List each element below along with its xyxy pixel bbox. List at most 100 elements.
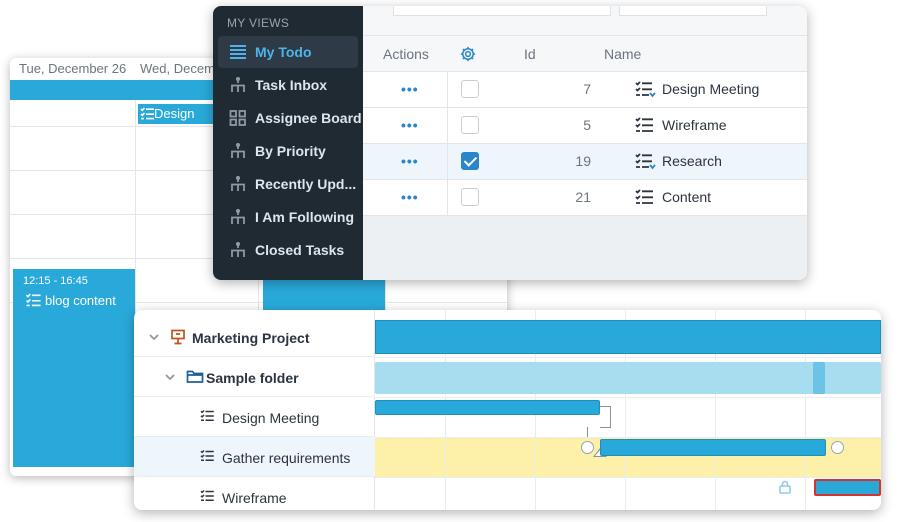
sidebar-title: MY VIEWS [227,16,290,30]
row-checkbox[interactable] [461,152,479,170]
grid-line [375,357,881,358]
board-grid-icon [229,110,247,129]
project-icon [170,329,186,348]
sidebar-item-label: Closed Tasks [255,242,345,258]
list-icon [229,44,247,63]
tree-row-label: Design Meeting [222,410,320,426]
row-actions-button[interactable]: ••• [401,81,419,97]
folder-icon [186,369,204,387]
column-divider [447,72,448,108]
sidebar-item-by-priority[interactable]: By Priority [218,135,358,167]
sidebar-item-label: By Priority [255,143,326,159]
task-name-link[interactable]: Wireframe [662,117,727,133]
task-name-link[interactable]: Research [662,153,722,169]
sidebar-item-label: Task Inbox [255,77,328,93]
grid-line [375,477,881,478]
grid-header: Actions Id Name [363,36,807,72]
gantt-panel: Marketing Project Sample folder Design M… [134,310,881,510]
hierarchy-icon [229,241,247,261]
tree-row-task[interactable]: Gather requirements [134,437,375,477]
table-row[interactable]: ••• 19 Research [363,144,807,180]
column-header-actions[interactable]: Actions [383,46,429,62]
sidebar-item-label: Assignee Board [255,110,362,126]
task-list-icon [200,489,217,507]
column-header-id[interactable]: Id [524,46,536,62]
tree-row-label: Gather requirements [222,450,351,466]
views-sidebar: MY VIEWS My Todo Task Inbox Assignee Boa… [213,6,363,280]
sidebar-item-label: My Todo [255,44,312,60]
task-id: 21 [575,189,591,205]
gantt-bar-folder[interactable] [375,362,881,394]
sidebar-item-task-inbox[interactable]: Task Inbox [218,69,358,101]
chevron-down-icon[interactable] [164,370,176,386]
task-id: 19 [575,153,591,169]
sidebar-item-closed-tasks[interactable]: Closed Tasks [218,234,358,266]
calendar-day-header[interactable]: Tue, December 26 [19,61,126,76]
hierarchy-icon [229,175,247,195]
gantt-tree: Marketing Project Sample folder Design M… [134,310,375,510]
sidebar-item-my-todo[interactable]: My Todo [218,36,358,68]
toolbar [363,6,807,36]
row-checkbox[interactable] [461,80,479,98]
row-checkbox[interactable] [461,116,479,134]
column-header-name[interactable]: Name [604,46,641,62]
gantt-bar-gather-requirements[interactable] [600,439,826,456]
hierarchy-icon [229,142,247,162]
event-time: 12:15 - 16:45 [23,275,88,287]
link-handle[interactable] [831,441,844,454]
calendar-event[interactable] [263,278,385,310]
row-actions-button[interactable]: ••• [401,153,419,169]
task-id: 5 [583,117,591,133]
toolbar-field[interactable] [619,6,767,16]
lock-icon [778,480,792,499]
chevron-down-icon[interactable] [148,330,160,346]
tree-row-project[interactable]: Marketing Project [134,317,375,357]
row-checkbox[interactable] [461,188,479,206]
gear-icon[interactable] [459,45,477,66]
calendar-event[interactable]: 12:15 - 16:45 blog content [13,269,135,467]
grid-line [375,397,881,398]
sidebar-item-label: Recently Upd... [255,176,357,192]
task-list-arrow-icon [635,80,657,103]
gantt-chart-area [375,310,881,510]
link-handle[interactable] [581,441,594,454]
hierarchy-icon [229,208,247,228]
gantt-bar-project[interactable] [375,320,881,354]
task-list-icon [635,116,657,139]
gantt-bar-design-meeting[interactable] [375,400,600,415]
column-divider [447,108,448,144]
task-grid-panel: Actions Id Name ••• 7 Design Meeting •••… [213,6,807,280]
tree-row-task[interactable]: Design Meeting [134,397,375,437]
column-divider [447,180,448,216]
task-list-icon [200,409,217,427]
table-row[interactable]: ••• 7 Design Meeting [363,72,807,108]
task-name-link[interactable]: Design Meeting [662,81,759,97]
task-name-link[interactable]: Content [662,189,711,205]
hierarchy-icon [229,76,247,96]
task-list-icon [635,188,657,211]
table-row[interactable]: ••• 5 Wireframe [363,108,807,144]
task-list-icon [25,293,41,312]
event-title: blog content [45,293,116,308]
sidebar-item-label: I Am Following [255,209,355,225]
calendar-event-title: Design [154,106,195,121]
gantt-bar-marker [813,362,825,394]
toolbar-field[interactable] [393,6,611,16]
column-divider [447,144,448,180]
task-id: 7 [583,81,591,97]
row-actions-button[interactable]: ••• [401,117,419,133]
tree-row-task[interactable]: Wireframe [134,477,375,510]
row-actions-button[interactable]: ••• [401,189,419,205]
task-list-icon [200,449,217,467]
gantt-bar-wireframe[interactable] [814,479,881,496]
tree-row-folder[interactable]: Sample folder [134,357,375,397]
table-row[interactable]: ••• 21 Content [363,180,807,216]
dependency-line [600,406,611,428]
task-list-icon [140,107,154,123]
sidebar-item-i-am-following[interactable]: I Am Following [218,201,358,233]
tree-row-label: Wireframe [222,490,287,506]
sidebar-item-recently-updated[interactable]: Recently Upd... [218,168,358,200]
sidebar-item-assignee-board[interactable]: Assignee Board [218,102,362,134]
dependency-line [587,427,601,437]
calendar-day-header[interactable]: Wed, Decem [140,61,215,76]
